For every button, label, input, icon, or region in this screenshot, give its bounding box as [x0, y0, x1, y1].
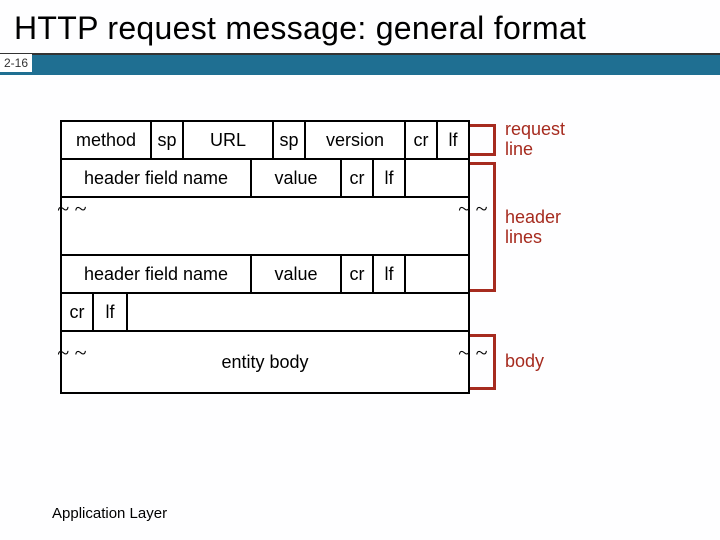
cell-cr: cr: [404, 120, 438, 160]
cell-url: URL: [182, 120, 274, 160]
approx-right-icon: ~ ~: [458, 202, 487, 215]
page-number-bar: 2-16: [0, 55, 720, 75]
cell-header1-value: value: [250, 158, 342, 198]
cell-blank-cr: cr: [60, 292, 94, 332]
cell-blank-lf: lf: [92, 292, 128, 332]
gap-box: [60, 196, 470, 256]
approx-body-right-icon: ~ ~: [458, 346, 487, 359]
cell-header2-value: value: [250, 254, 342, 294]
cell-header1-lf: lf: [372, 158, 406, 198]
cell-header2-name: header field name: [60, 254, 252, 294]
page-title: HTTP request message: general format: [0, 0, 720, 55]
cell-blank-pad: [126, 292, 470, 332]
cell-header2-lf: lf: [372, 254, 406, 294]
cell-method: method: [60, 120, 152, 160]
cell-version: version: [304, 120, 406, 160]
approx-body-left-icon: ~ ~: [57, 346, 86, 359]
http-format-diagram: method sp URL sp version cr lf header fi…: [60, 120, 660, 450]
cell-sp1: sp: [150, 120, 184, 160]
cell-sp2: sp: [272, 120, 306, 160]
annot-request-line: request line: [505, 120, 565, 160]
cell-header1-cr: cr: [340, 158, 374, 198]
cell-header1-name: header field name: [60, 158, 252, 198]
footer-label: Application Layer: [52, 505, 167, 522]
cell-entity-body: entity body: [60, 330, 470, 394]
approx-left-icon: ~ ~: [57, 202, 86, 215]
page-number: 2-16: [0, 54, 32, 72]
cell-header1-pad: [404, 158, 470, 198]
annot-header-lines: header lines: [505, 208, 561, 248]
annot-body: body: [505, 352, 544, 372]
cell-header2-pad: [404, 254, 470, 294]
cell-lf: lf: [436, 120, 470, 160]
cell-header2-cr: cr: [340, 254, 374, 294]
